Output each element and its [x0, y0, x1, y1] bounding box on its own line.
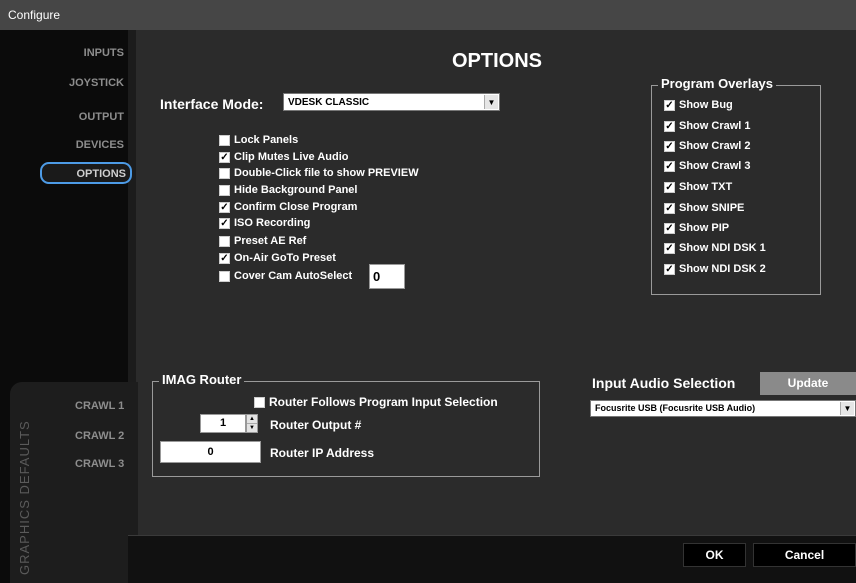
- input-audio-title: Input Audio Selection: [592, 375, 736, 391]
- cover-cam-value-input[interactable]: 0: [369, 264, 405, 289]
- interface-mode-label: Interface Mode:: [160, 96, 264, 112]
- option-confirm-close-program[interactable]: ✓ Confirm Close Program: [219, 201, 357, 213]
- option-on-air-goto-preset[interactable]: ✓ On-Air GoTo Preset: [219, 252, 336, 264]
- cancel-button[interactable]: Cancel: [753, 543, 856, 567]
- router-output-input[interactable]: 1: [200, 414, 246, 433]
- chevron-down-icon: ▼: [484, 95, 498, 109]
- overlay-show-crawl-2[interactable]: ✓ Show Crawl 2: [664, 140, 751, 152]
- overlay-show-bug[interactable]: ✓ Show Bug: [664, 99, 733, 111]
- title-bar: Configure: [0, 0, 856, 30]
- checkbox[interactable]: ✓: [219, 217, 230, 229]
- update-button[interactable]: Update: [760, 372, 856, 395]
- checkbox[interactable]: ✓: [219, 151, 230, 163]
- overlay-show-ndi-dsk-1[interactable]: ✓ Show NDI DSK 1: [664, 242, 766, 254]
- overlay-label: Show Crawl 2: [679, 140, 751, 152]
- option-label: Lock Panels: [234, 134, 299, 146]
- audio-device-value: Focusrite USB (Focusrite USB Audio): [595, 403, 756, 413]
- sidebar-item-joystick[interactable]: JOYSTICK: [0, 77, 124, 89]
- sidebar-item-options[interactable]: OPTIONS: [40, 162, 132, 184]
- overlay-show-pip[interactable]: ✓ Show PIP: [664, 222, 729, 234]
- graphics-item-crawl-3[interactable]: CRAWL 3: [75, 458, 124, 470]
- overlay-show-snipe[interactable]: ✓ Show SNIPE: [664, 202, 744, 214]
- sidebar-item-inputs[interactable]: INPUTS: [0, 47, 124, 59]
- option-lock-panels[interactable]: Lock Panels: [219, 134, 298, 146]
- option-label: On-Air GoTo Preset: [234, 252, 336, 264]
- option-label: Cover Cam AutoSelect: [234, 270, 353, 282]
- checkbox[interactable]: ✓: [664, 202, 675, 214]
- router-follows-program-input[interactable]: Router Follows Program Input Selection: [254, 395, 498, 409]
- option-double-click-preview[interactable]: Double-Click file to show PREVIEW: [219, 167, 419, 179]
- option-iso-recording[interactable]: ✓ ISO Recording: [219, 217, 310, 229]
- page-title: OPTIONS: [452, 50, 543, 72]
- checkbox[interactable]: ✓: [664, 181, 675, 193]
- footer-bar: [128, 535, 856, 583]
- ok-button[interactable]: OK: [683, 543, 746, 567]
- option-hide-background-panel[interactable]: Hide Background Panel: [219, 184, 357, 196]
- overlay-show-txt[interactable]: ✓ Show TXT: [664, 181, 732, 193]
- option-cover-cam-autoselect[interactable]: Cover Cam AutoSelect: [219, 270, 352, 282]
- imag-router-title: IMAG Router: [159, 372, 245, 387]
- interface-mode-value: VDESK CLASSIC: [288, 97, 370, 108]
- checkbox[interactable]: ✓: [219, 201, 230, 213]
- checkbox[interactable]: ✓: [219, 252, 230, 264]
- overlay-label: Show NDI DSK 2: [679, 263, 766, 275]
- checkbox[interactable]: ✓: [664, 120, 675, 132]
- checkbox[interactable]: ✓: [664, 242, 675, 254]
- overlay-show-crawl-1[interactable]: ✓ Show Crawl 1: [664, 120, 751, 132]
- overlay-show-ndi-dsk-2[interactable]: ✓ Show NDI DSK 2: [664, 263, 766, 275]
- option-preset-ae-ref[interactable]: Preset AE Ref: [219, 235, 306, 247]
- checkbox[interactable]: ✓: [664, 99, 675, 111]
- window-title: Configure: [8, 8, 61, 22]
- checkbox[interactable]: ✓: [664, 140, 675, 152]
- router-output-label: Router Output #: [270, 418, 362, 432]
- sidebar-item-output[interactable]: OUTPUT: [0, 111, 124, 123]
- overlay-label: Show Crawl 1: [679, 120, 751, 132]
- option-label: Double-Click file to show PREVIEW: [234, 167, 419, 179]
- graphics-item-crawl-1[interactable]: CRAWL 1: [75, 400, 124, 412]
- program-overlays-title: Program Overlays: [658, 76, 777, 91]
- checkbox[interactable]: [219, 270, 230, 282]
- overlay-label: Show NDI DSK 1: [679, 242, 766, 254]
- graphics-defaults-title: GRAPHICS DEFAULTS: [17, 420, 32, 575]
- router-output-spinner[interactable]: ▲ ▼: [246, 414, 258, 433]
- sidebar-item-devices[interactable]: DEVICES: [0, 139, 124, 151]
- checkbox[interactable]: ✓: [664, 222, 675, 234]
- router-ip-label: Router IP Address: [270, 446, 375, 460]
- option-label: Hide Background Panel: [234, 184, 358, 196]
- router-follows-label: Router Follows Program Input Selection: [269, 395, 498, 409]
- audio-device-select[interactable]: Focusrite USB (Focusrite USB Audio) ▼: [590, 400, 856, 417]
- sidebar-item-options-label: OPTIONS: [76, 168, 126, 180]
- overlay-label: Show TXT: [679, 181, 733, 193]
- checkbox[interactable]: ✓: [664, 263, 675, 275]
- checkbox[interactable]: [219, 235, 230, 247]
- checkbox[interactable]: [254, 396, 265, 408]
- option-label: Confirm Close Program: [234, 201, 358, 213]
- overlay-label: Show PIP: [679, 222, 730, 234]
- interface-mode-select[interactable]: VDESK CLASSIC ▼: [283, 93, 500, 111]
- overlay-show-crawl-3[interactable]: ✓ Show Crawl 3: [664, 160, 751, 172]
- spin-down-icon[interactable]: ▼: [247, 424, 257, 433]
- chevron-down-icon: ▼: [840, 402, 854, 415]
- option-label: Preset AE Ref: [234, 235, 307, 247]
- checkbox[interactable]: [219, 134, 230, 146]
- checkbox[interactable]: [219, 167, 230, 179]
- overlay-label: Show Crawl 3: [679, 160, 751, 172]
- router-ip-input[interactable]: 0: [160, 441, 261, 463]
- option-label: Clip Mutes Live Audio: [234, 151, 349, 163]
- graphics-item-crawl-2[interactable]: CRAWL 2: [75, 430, 124, 442]
- spin-up-icon[interactable]: ▲: [247, 415, 257, 424]
- overlay-label: Show SNIPE: [679, 202, 745, 214]
- checkbox[interactable]: ✓: [664, 160, 675, 172]
- checkbox[interactable]: [219, 184, 230, 196]
- option-label: ISO Recording: [234, 217, 311, 229]
- option-clip-mutes-live-audio[interactable]: ✓ Clip Mutes Live Audio: [219, 151, 349, 163]
- overlay-label: Show Bug: [679, 99, 733, 111]
